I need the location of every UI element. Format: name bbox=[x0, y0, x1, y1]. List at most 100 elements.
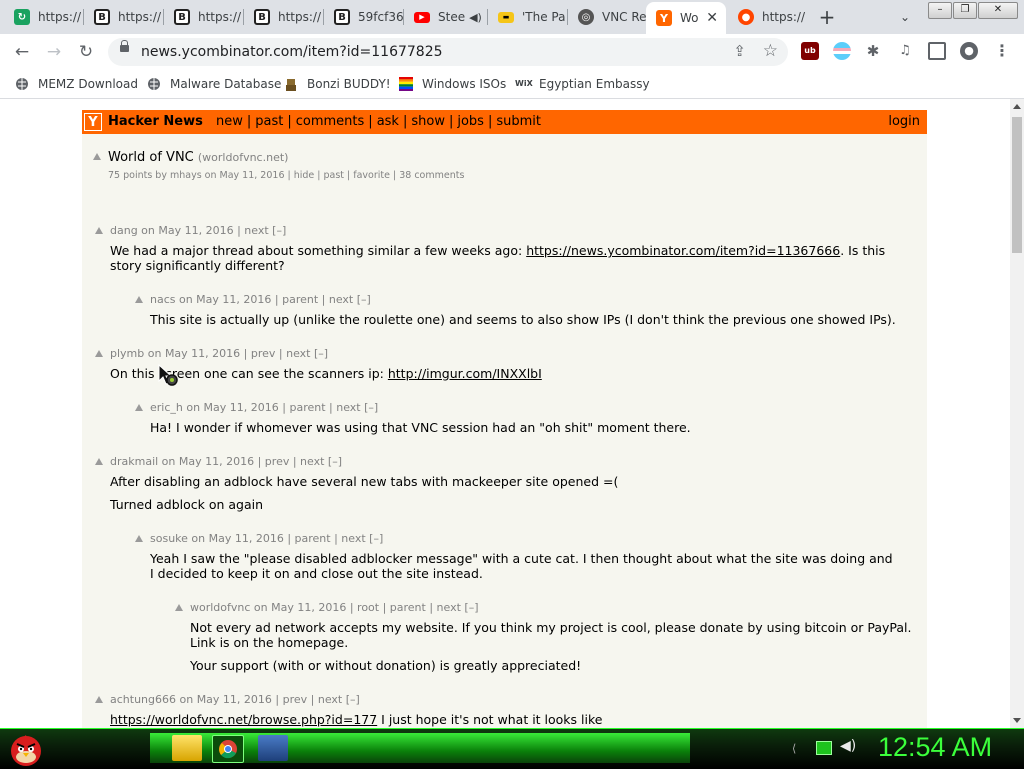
bookmark-egyptian-embassy[interactable]: WiX Egyptian Embassy bbox=[515, 76, 650, 92]
login-link[interactable]: login bbox=[888, 114, 920, 129]
bookmark-bonzi-buddy[interactable]: Bonzi BUDDY! bbox=[284, 76, 391, 92]
forward-button[interactable]: → bbox=[42, 40, 66, 64]
story-title-link[interactable]: World of VNC bbox=[108, 150, 194, 165]
reddit-icon: ● bbox=[738, 9, 754, 25]
network-icon[interactable] bbox=[816, 741, 832, 755]
b-icon: B bbox=[334, 9, 350, 25]
nav-new[interactable]: new bbox=[216, 114, 243, 129]
tab[interactable]: B https:// bbox=[84, 4, 164, 30]
comment-text: Yeah I saw the "please disabled adblocke… bbox=[150, 551, 893, 581]
nav-show[interactable]: show bbox=[411, 114, 445, 129]
youtube-icon: ▶ bbox=[414, 11, 430, 23]
extensions-icon[interactable]: ✱ bbox=[864, 42, 882, 60]
upvote-arrow-icon[interactable] bbox=[135, 535, 143, 542]
maximize-button[interactable]: ❐ bbox=[953, 2, 977, 19]
comment-text: We had a major thread about something si… bbox=[110, 243, 886, 273]
tray-arrow-icon[interactable]: ⟨ bbox=[792, 742, 796, 755]
bookmark-windows-isos[interactable]: Windows ISOs bbox=[399, 76, 506, 92]
upvote-arrow-icon[interactable] bbox=[95, 350, 103, 357]
nav-comments[interactable]: comments bbox=[296, 114, 365, 129]
imdb-icon: ▬ bbox=[498, 11, 514, 23]
story-domain[interactable]: (worldofvnc.net) bbox=[198, 151, 289, 164]
volume-icon[interactable]: ◀) bbox=[840, 738, 856, 754]
tab[interactable]: ↻ https:// bbox=[4, 4, 84, 30]
scrollbar-thumb[interactable] bbox=[1012, 117, 1022, 253]
remote-desktop-icon[interactable] bbox=[258, 735, 288, 761]
comment-link[interactable]: http://imgur.com/INXXlbI bbox=[388, 366, 542, 381]
close-tab-icon[interactable]: ✕ bbox=[706, 10, 718, 26]
b-icon: B bbox=[254, 9, 270, 25]
taskbar-clock[interactable]: 12:54 AM bbox=[878, 732, 992, 763]
profile-avatar[interactable]: ● bbox=[960, 42, 978, 60]
vnc-icon: ◎ bbox=[578, 9, 594, 25]
upvote-arrow-icon[interactable] bbox=[95, 696, 103, 703]
comment-text: After disabling an adblock have several … bbox=[110, 474, 619, 489]
tab[interactable]: ◎ VNC Re bbox=[568, 4, 648, 30]
file-explorer-icon[interactable] bbox=[172, 735, 202, 761]
app-icon: ↻ bbox=[14, 9, 30, 25]
upvote-arrow-icon[interactable] bbox=[95, 458, 103, 465]
comment-head: achtung666 on May 11, 2016 | prev | next… bbox=[110, 693, 360, 706]
bookmark-memz[interactable]: MEMZ Download bbox=[15, 76, 138, 92]
tab[interactable]: ● https:// bbox=[728, 4, 808, 30]
tab-search-button[interactable]: ⌄ bbox=[896, 6, 914, 28]
b-icon: B bbox=[94, 9, 110, 25]
comment-head: dang on May 11, 2016 | next [–] bbox=[110, 224, 287, 237]
busy-cursor-icon bbox=[158, 364, 178, 386]
vertical-scrollbar[interactable] bbox=[1010, 99, 1024, 728]
globe-icon bbox=[148, 78, 160, 90]
address-bar[interactable]: news.ycombinator.com/item?id=11677825 ⇪ … bbox=[108, 38, 788, 66]
hn-site-name[interactable]: Hacker News bbox=[108, 114, 203, 129]
tab[interactable]: ▬ 'The Pa bbox=[488, 4, 568, 30]
comment-text: This site is actually up (unlike the rou… bbox=[150, 312, 896, 327]
browser-toolbar: ← → ↻ news.ycombinator.com/item?id=11677… bbox=[0, 34, 1024, 70]
hn-nav: new | past | comments | ask | show | jobs | submit bbox=[216, 114, 541, 129]
globe-icon bbox=[16, 78, 28, 90]
comment-link[interactable]: https://news.ycombinator.com/item?id=113… bbox=[526, 243, 840, 258]
upvote-arrow-icon[interactable] bbox=[135, 296, 143, 303]
reload-button[interactable]: ↻ bbox=[74, 40, 98, 64]
comment-head: sosuke on May 11, 2016 | parent | next [… bbox=[150, 532, 384, 545]
upvote-arrow-icon[interactable] bbox=[93, 153, 101, 160]
minimize-button[interactable]: – bbox=[928, 2, 952, 19]
tab[interactable]: B 59fcf36 bbox=[324, 4, 404, 30]
tab[interactable]: ▶ Stee ◀) bbox=[404, 4, 488, 30]
share-icon[interactable]: ⇪ bbox=[733, 42, 746, 60]
nav-jobs[interactable]: jobs bbox=[457, 114, 484, 129]
scroll-down-icon[interactable] bbox=[1013, 718, 1021, 723]
hn-container: Y Hacker News new | past | comments | ask | show… bbox=[82, 110, 927, 728]
taskbar: ⟨ ◀) 12:54 AM bbox=[0, 728, 1024, 769]
chrome-taskbar-button[interactable] bbox=[212, 735, 244, 763]
upvote-arrow-icon[interactable] bbox=[135, 404, 143, 411]
tab[interactable]: B https:// bbox=[244, 4, 324, 30]
ublock-icon[interactable]: ub bbox=[801, 42, 819, 60]
comment-text: https://worldofvnc.net/browse.php?id=177… bbox=[110, 712, 603, 727]
page-content: Y Hacker News new | past | comments | ask | show… bbox=[0, 99, 1010, 728]
tab[interactable]: B https:// bbox=[164, 4, 244, 30]
hn-logo[interactable]: Y bbox=[84, 113, 102, 131]
comment-text: Your support (with or without donation) … bbox=[190, 658, 582, 673]
new-tab-button[interactable]: + bbox=[816, 6, 838, 28]
comment-text: Not every ad network accepts my website.… bbox=[190, 620, 912, 650]
menu-icon[interactable]: ⋮ bbox=[993, 42, 1011, 60]
upvote-arrow-icon[interactable] bbox=[175, 604, 183, 611]
comment-link[interactable]: https://worldofvnc.net/browse.php?id=177 bbox=[110, 712, 377, 727]
flag-extension-icon[interactable] bbox=[833, 42, 851, 60]
back-button[interactable]: ← bbox=[10, 40, 34, 64]
media-control-icon[interactable]: ♫ bbox=[896, 42, 914, 60]
bookmarks-bar: MEMZ Download Malware Database Bonzi BUD… bbox=[0, 70, 1024, 99]
tab-active[interactable]: Y Wo ✕ bbox=[646, 2, 726, 34]
url-text[interactable]: news.ycombinator.com/item?id=11677825 bbox=[141, 44, 443, 60]
side-panel-icon[interactable] bbox=[928, 42, 946, 60]
bookmark-malware-database[interactable]: Malware Database bbox=[147, 76, 281, 92]
chrome-icon bbox=[219, 740, 237, 759]
nav-ask[interactable]: ask bbox=[377, 114, 399, 129]
nav-submit[interactable]: submit bbox=[496, 114, 541, 129]
speaker-icon[interactable]: ◀) bbox=[469, 11, 482, 24]
bookmark-star-icon[interactable]: ☆ bbox=[763, 41, 778, 61]
start-button[interactable] bbox=[6, 729, 46, 769]
close-window-button[interactable]: ✕ bbox=[978, 2, 1018, 19]
nav-past[interactable]: past bbox=[255, 114, 283, 129]
upvote-arrow-icon[interactable] bbox=[95, 227, 103, 234]
scroll-up-icon[interactable] bbox=[1013, 104, 1021, 109]
